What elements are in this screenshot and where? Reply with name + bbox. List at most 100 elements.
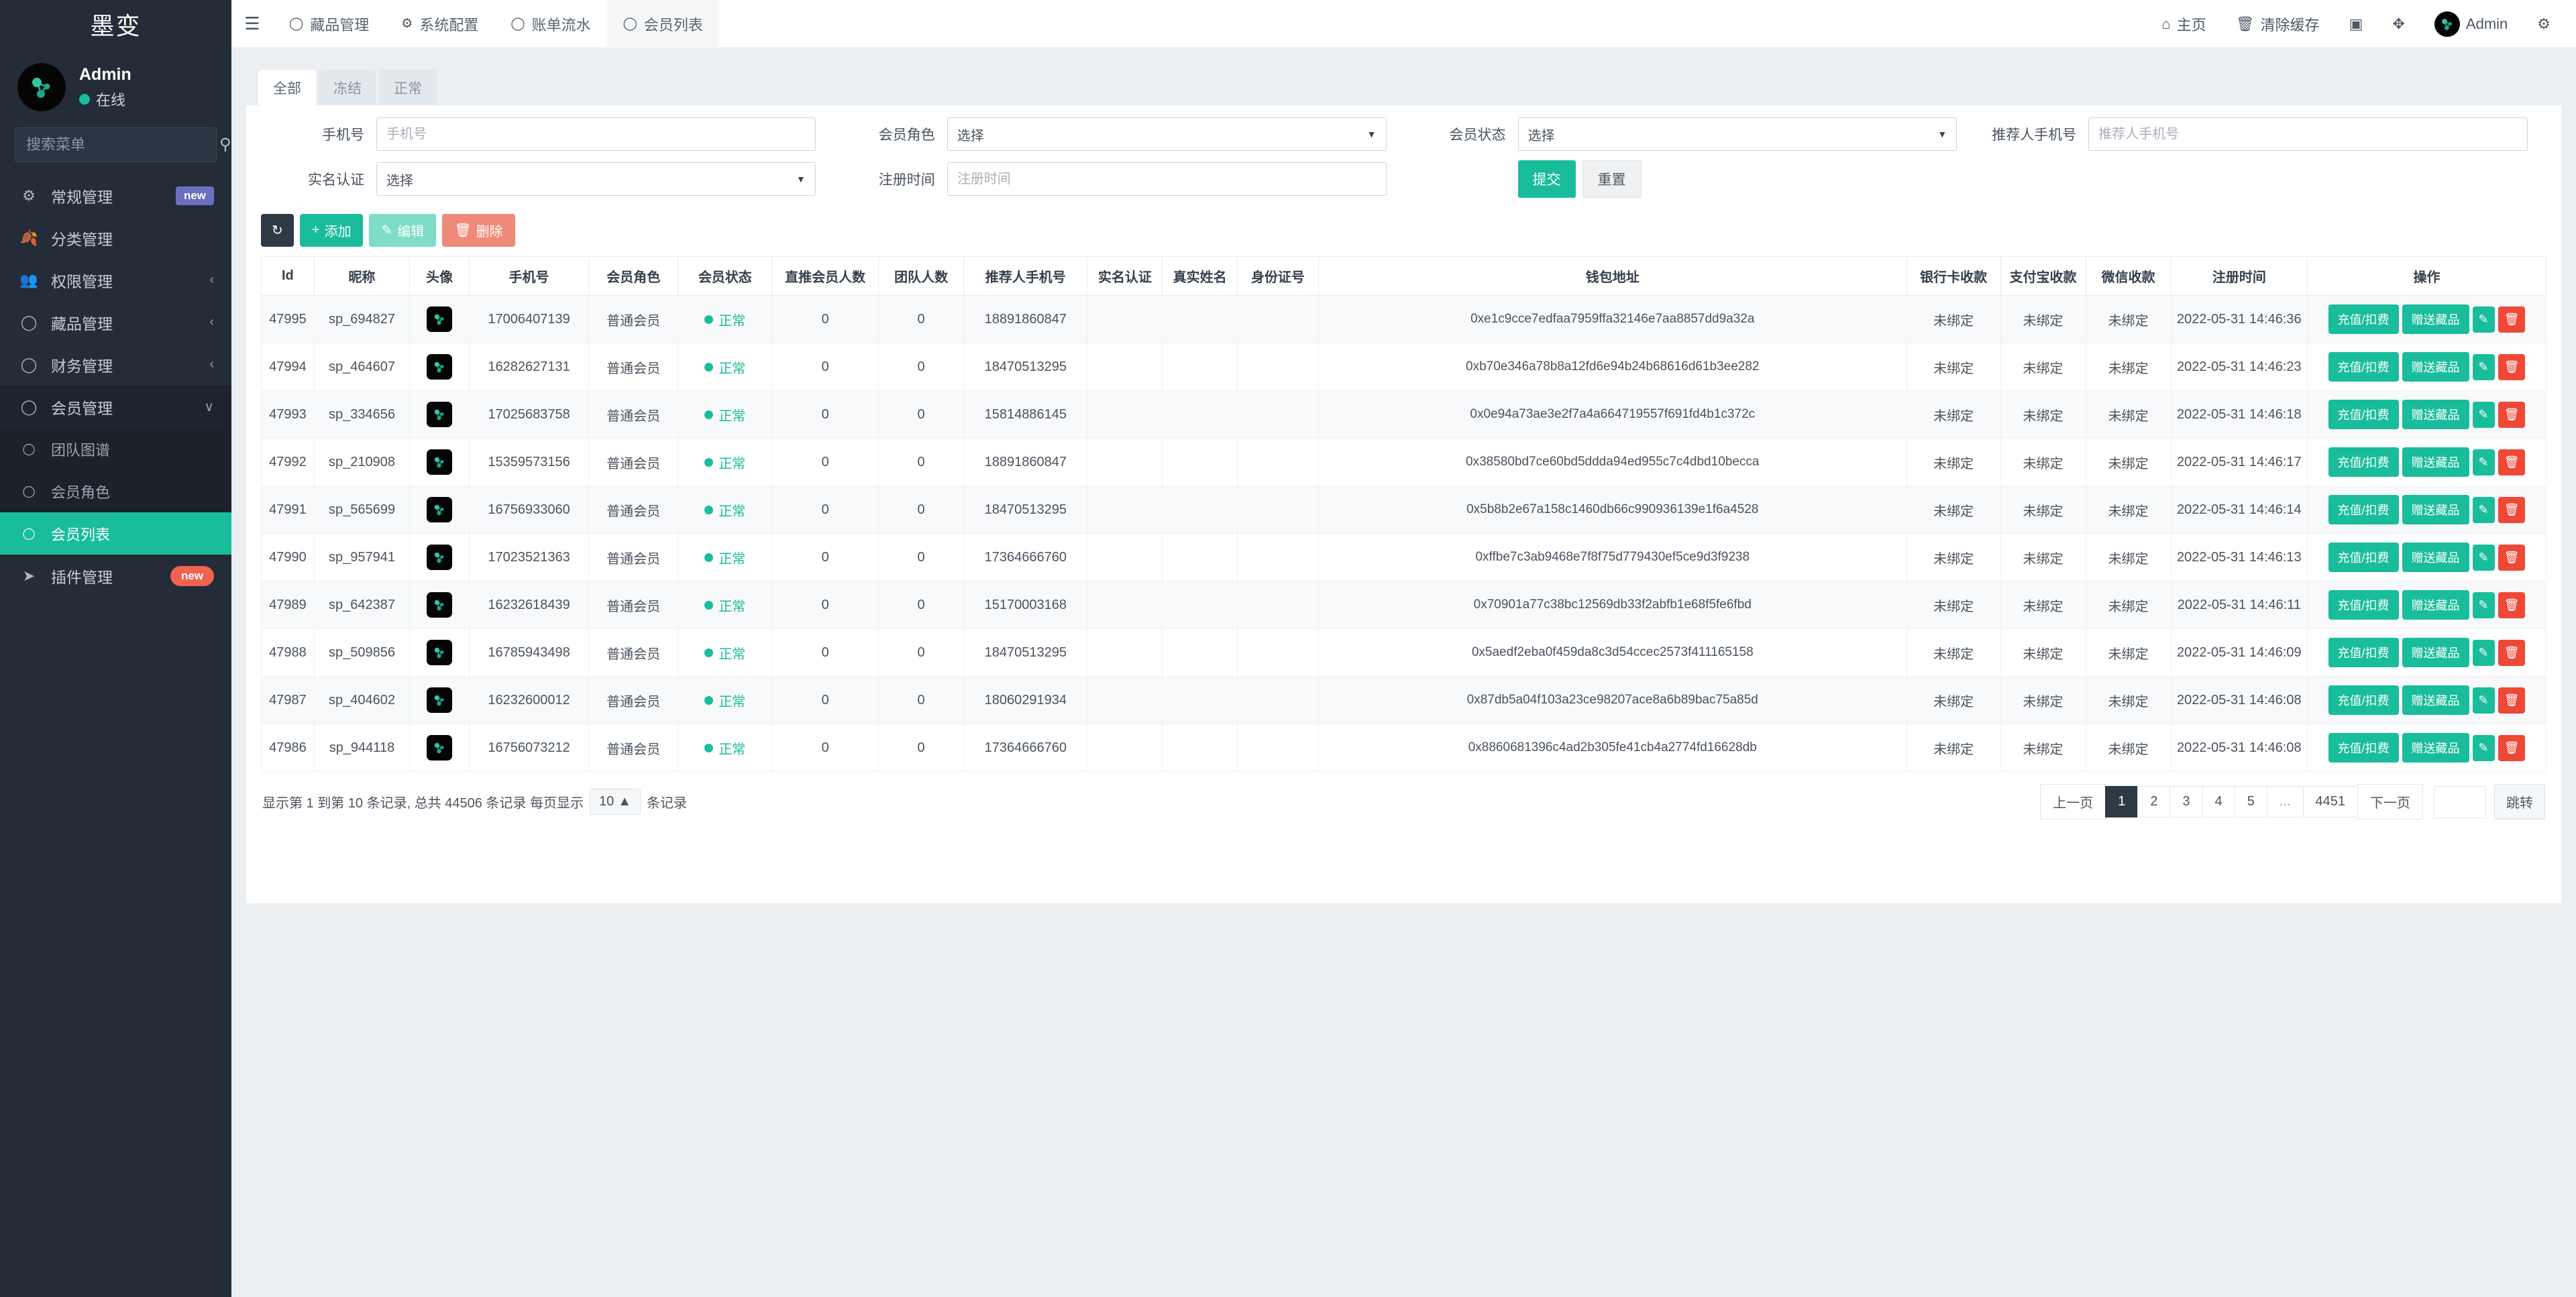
sidebar-item-collection[interactable]: ◯ 藏品管理 ‹ [0,301,231,343]
recharge-button[interactable]: 充值/扣费 [2328,590,2399,620]
row-delete-button[interactable]: 🗑 [2498,687,2526,714]
page-button-last[interactable]: 4451 [2302,786,2358,817]
sidebar-item-member[interactable]: ◯ 会员管理 ∨ [0,386,231,428]
search-input[interactable] [26,136,219,154]
row-edit-button[interactable]: ✎ [2472,496,2495,523]
gift-collection-button[interactable]: 赠送藏品 [2402,447,2469,477]
refresh-button[interactable]: ↻ [261,214,294,247]
recharge-button[interactable]: 充值/扣费 [2328,352,2399,382]
jump-page-input[interactable] [2434,785,2486,818]
table-row[interactable]: 47993 sp_334656 17025683758 普通会员 正常 0 0 1581488… [261,390,2546,439]
realname-auth-select[interactable]: 选择 ▼ [376,162,816,196]
register-time-input[interactable] [947,162,1387,196]
recharge-button[interactable]: 充值/扣费 [2328,733,2399,763]
recharge-button[interactable]: 充值/扣费 [2328,543,2399,572]
row-delete-button[interactable]: 🗑 [2498,496,2526,523]
sidebar-item-permission[interactable]: 👥 权限管理 ‹ [0,259,231,301]
tab-member-list[interactable]: ◯ 会员列表 [606,0,719,48]
next-page-button[interactable]: 下一页 [2357,784,2423,820]
recharge-button[interactable]: 充值/扣费 [2328,447,2399,477]
table-row[interactable]: 47988 sp_509856 16785943498 普通会员 正常 0 0 1847051… [261,628,2546,677]
member-status-select[interactable]: 选择 ▼ [1517,117,1957,151]
row-edit-button[interactable]: ✎ [2472,306,2495,333]
recharge-button[interactable]: 充值/扣费 [2328,685,2399,715]
page-button-4[interactable]: 4 [2202,786,2235,817]
gift-collection-button[interactable]: 赠送藏品 [2402,400,2469,429]
row-delete-button[interactable]: 🗑 [2498,401,2526,428]
tab-bill-flow[interactable]: ◯ 账单流水 [494,0,606,48]
row-delete-button[interactable]: 🗑 [2498,591,2526,618]
clear-cache-button[interactable]: 🗑 清除缓存 [2221,0,2334,48]
recharge-button[interactable]: 充值/扣费 [2328,400,2399,429]
fullscreen-button[interactable]: ✥ [2377,0,2419,48]
reset-button[interactable]: 重置 [1582,160,1642,198]
tab-collection[interactable]: ◯ 藏品管理 [273,0,385,48]
gift-collection-button[interactable]: 赠送藏品 [2402,590,2469,620]
referrer-phone-input[interactable] [2088,117,2528,151]
user-menu-button[interactable]: Admin [2420,0,2522,48]
gift-collection-button[interactable]: 赠送藏品 [2402,685,2469,715]
filter-tab-all[interactable]: 全部 [258,70,316,105]
row-delete-button[interactable]: 🗑 [2498,544,2526,571]
row-edit-button[interactable]: ✎ [2472,449,2495,475]
sidebar-item-team-graph[interactable]: ◯ 团队图谱 [0,428,231,470]
row-edit-button[interactable]: ✎ [2472,639,2495,666]
sidebar-item-plugin[interactable]: ➤ 插件管理 new [0,555,231,597]
table-row[interactable]: 47995 sp_694827 17006407139 普通会员 正常 0 0 1889186… [261,295,2546,343]
row-edit-button[interactable]: ✎ [2472,734,2495,761]
gift-collection-button[interactable]: 赠送藏品 [2402,638,2469,667]
sidebar-item-category[interactable]: 🍂 分类管理 [0,217,231,259]
gift-collection-button[interactable]: 赠送藏品 [2402,352,2469,382]
phone-input[interactable] [376,117,816,151]
row-edit-button[interactable]: ✎ [2472,591,2495,618]
sidebar-item-finance[interactable]: ◯ 财务管理 ‹ [0,343,231,386]
filter-tab-frozen[interactable]: 冻结 [319,70,376,105]
row-delete-button[interactable]: 🗑 [2498,306,2526,333]
gift-collection-button[interactable]: 赠送藏品 [2402,733,2469,763]
page-button-1[interactable]: 1 [2105,786,2139,817]
row-delete-button[interactable]: 🗑 [2498,353,2526,380]
submit-button[interactable]: 提交 [1517,160,1576,198]
gift-collection-button[interactable]: 赠送藏品 [2402,304,2469,334]
sidebar-item-general[interactable]: ⚙ 常规管理 new [0,174,231,217]
gift-collection-button[interactable]: 赠送藏品 [2402,543,2469,572]
sidebar-item-member-list[interactable]: ◯ 会员列表 [0,512,231,555]
table-row[interactable]: 47989 sp_642387 16232618439 普通会员 正常 0 0 1517000… [261,581,2546,629]
menu-search-box[interactable]: ⚲ [15,127,231,162]
row-delete-button[interactable]: 🗑 [2498,449,2526,475]
page-button-2[interactable]: 2 [2137,786,2171,817]
page-size-select[interactable]: 10 ▲ [590,789,641,815]
table-row[interactable]: 47990 sp_957941 17023521363 普通会员 正常 0 0 1736466… [261,533,2546,581]
recharge-button[interactable]: 充值/扣费 [2328,304,2399,334]
jump-button[interactable]: 跳转 [2494,784,2545,820]
page-button-3[interactable]: 3 [2169,786,2203,817]
search-icon[interactable]: ⚲ [219,137,231,153]
page-button-5[interactable]: 5 [2234,786,2267,817]
row-delete-button[interactable]: 🗑 [2498,734,2526,761]
language-button[interactable]: ▣ [2334,0,2378,48]
add-button[interactable]: + 添加 [299,214,364,247]
settings-button[interactable]: ⚙ [2522,0,2565,48]
recharge-button[interactable]: 充值/扣费 [2328,495,2399,524]
home-button[interactable]: ⌂ 主页 [2147,0,2220,48]
row-edit-button[interactable]: ✎ [2472,401,2495,428]
recharge-button[interactable]: 充值/扣费 [2328,638,2399,667]
member-role-select[interactable]: 选择 ▼ [947,117,1387,151]
table-row[interactable]: 47986 sp_944118 16756073212 普通会员 正常 0 0 1736466… [261,724,2546,772]
table-row[interactable]: 47994 sp_464607 16282627131 普通会员 正常 0 0 1847051… [261,343,2546,391]
row-delete-button[interactable]: 🗑 [2498,639,2526,666]
table-row[interactable]: 47992 sp_210908 15359573156 普通会员 正常 0 0 1889186… [261,438,2546,486]
tab-system-config[interactable]: ⚙ 系统配置 [385,0,494,48]
table-row[interactable]: 47987 sp_404602 16232600012 普通会员 正常 0 0 1806029… [261,676,2546,724]
row-edit-button[interactable]: ✎ [2472,353,2495,380]
filter-tab-normal[interactable]: 正常 [379,70,437,105]
prev-page-button[interactable]: 上一页 [2040,784,2106,820]
row-edit-button[interactable]: ✎ [2472,544,2495,571]
sidebar-item-member-role[interactable]: ◯ 会员角色 [0,470,231,512]
delete-button[interactable]: 🗑 删除 [442,214,515,247]
gift-collection-button[interactable]: 赠送藏品 [2402,495,2469,524]
edit-button[interactable]: ✎ 编辑 [369,214,437,247]
row-edit-button[interactable]: ✎ [2472,687,2495,714]
table-row[interactable]: 47991 sp_565699 16756933060 普通会员 正常 0 0 1847051… [261,486,2546,534]
hamburger-icon[interactable]: ☰ [231,13,273,34]
